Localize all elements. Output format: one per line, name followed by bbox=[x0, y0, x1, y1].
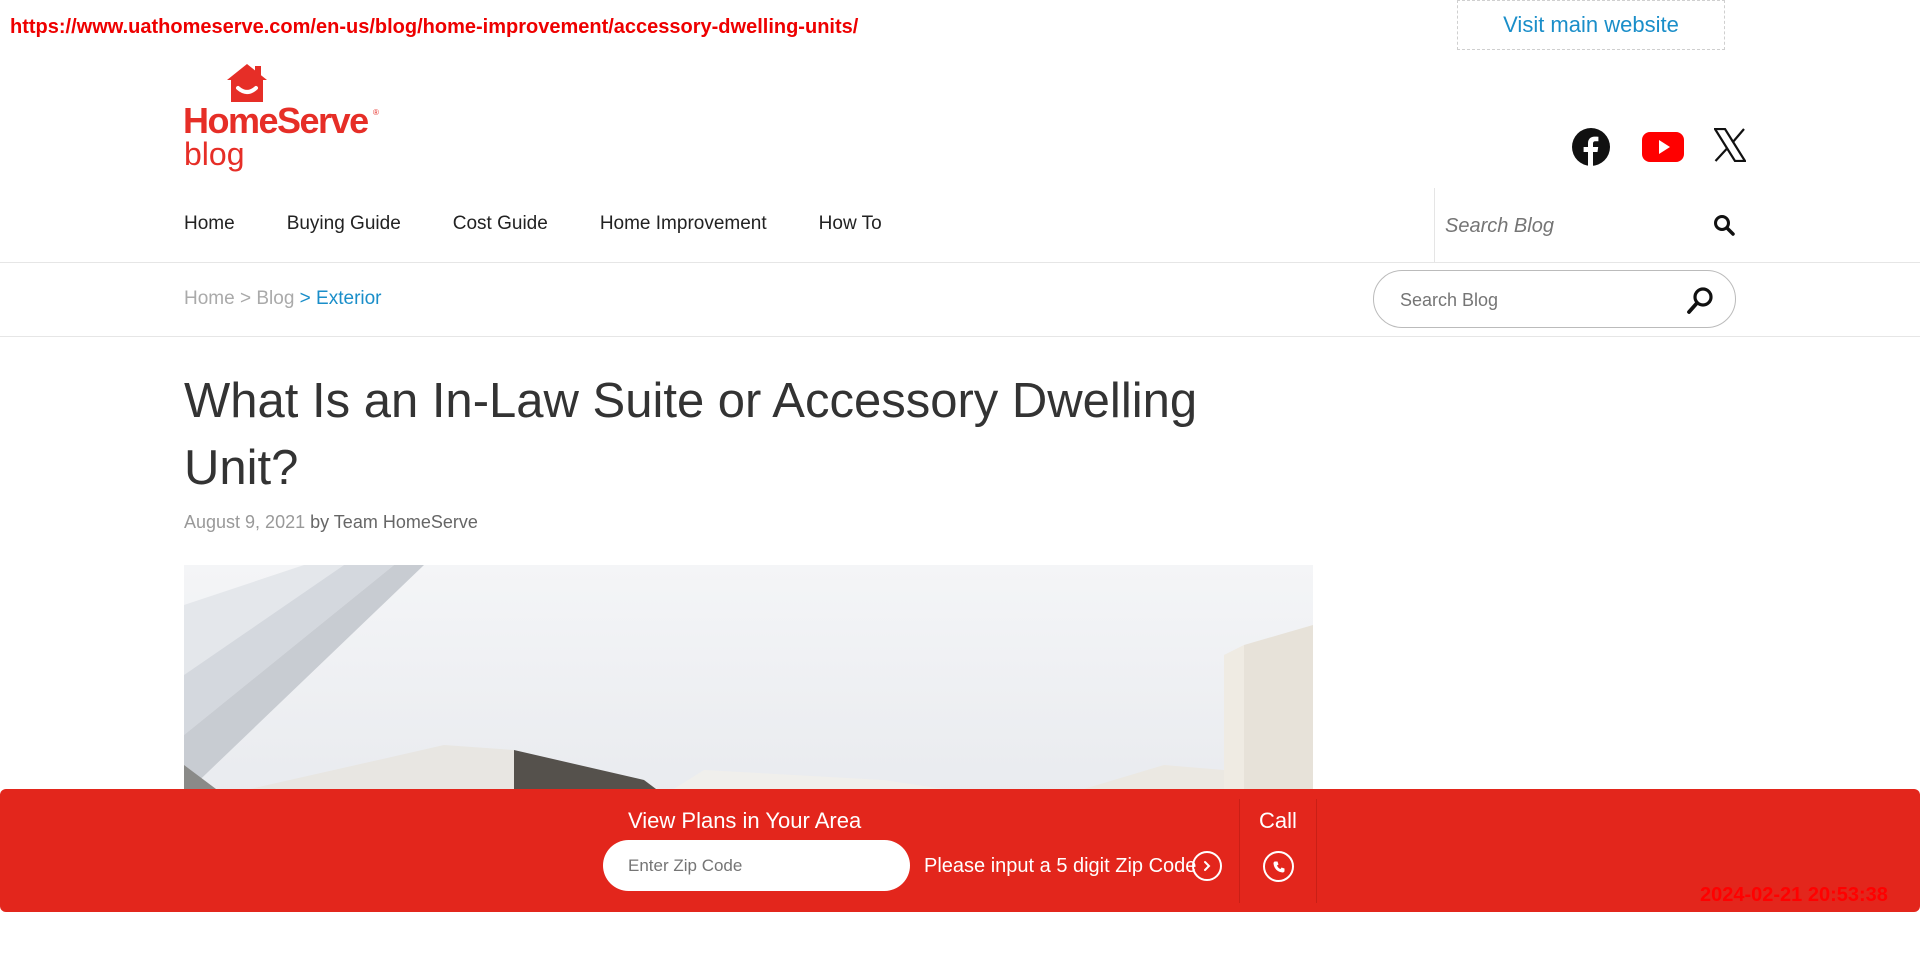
call-button[interactable] bbox=[1263, 851, 1294, 882]
youtube-icon[interactable] bbox=[1642, 132, 1684, 162]
homeserve-blog-logo[interactable]: HomeServe ® blog bbox=[183, 62, 383, 174]
nav-item-home-improvement[interactable]: Home Improvement bbox=[600, 213, 767, 235]
breadcrumb-home[interactable]: Home bbox=[184, 288, 235, 309]
breadcrumb-divider bbox=[0, 336, 1920, 337]
nav-search-box bbox=[1434, 188, 1735, 262]
cta-heading: View Plans in Your Area bbox=[628, 808, 862, 833]
breadcrumb-blog[interactable]: Blog bbox=[256, 288, 294, 309]
zip-validation-message: Please input a 5 digit Zip Code bbox=[924, 855, 1197, 877]
nav-search-input[interactable] bbox=[1443, 208, 1707, 244]
cta-separator bbox=[1239, 799, 1240, 903]
visit-main-website-button[interactable]: Visit main website bbox=[1457, 0, 1725, 50]
chevron-right-icon bbox=[1204, 861, 1211, 871]
nav-item-cost-guide[interactable]: Cost Guide bbox=[453, 213, 548, 235]
facebook-icon[interactable] bbox=[1572, 128, 1610, 166]
article-title: What Is an In-Law Suite or Accessory Dwe… bbox=[184, 374, 1198, 495]
article-date: August 9, 2021 bbox=[184, 512, 306, 532]
breadcrumb-current: > Exterior bbox=[299, 288, 382, 309]
search-icon[interactable] bbox=[1686, 285, 1716, 315]
main-nav: Home Buying Guide Cost Guide Home Improv… bbox=[184, 206, 934, 242]
capture-timestamp: 2024-02-21 20:53:38 bbox=[1700, 884, 1888, 906]
breadcrumb: Home > Blog > Exterior bbox=[184, 288, 382, 310]
sidebar-search-box bbox=[1373, 270, 1736, 328]
nav-divider bbox=[0, 262, 1920, 263]
capture-url: https://www.uathomeserve.com/en-us/blog/… bbox=[10, 16, 859, 38]
article-hero-image bbox=[184, 565, 1313, 795]
nav-item-home[interactable]: Home bbox=[184, 213, 235, 235]
breadcrumb-separator: > bbox=[239, 288, 252, 309]
hero-interior-illustration bbox=[184, 565, 1313, 795]
zip-code-input[interactable] bbox=[603, 840, 910, 891]
article-byline: by Team HomeServe bbox=[310, 512, 478, 532]
house-logo-icon bbox=[227, 64, 267, 102]
logo-blog-label: blog bbox=[184, 136, 245, 172]
article-meta: August 9, 2021 by Team HomeServe bbox=[184, 512, 478, 533]
nav-item-how-to[interactable]: How To bbox=[819, 213, 882, 235]
cta-separator bbox=[1316, 799, 1317, 903]
sidebar-search-input[interactable] bbox=[1398, 284, 1672, 316]
logo-registered-mark: ® bbox=[373, 108, 379, 117]
search-icon[interactable] bbox=[1713, 214, 1735, 236]
nav-item-buying-guide[interactable]: Buying Guide bbox=[287, 213, 401, 235]
zip-submit-button[interactable] bbox=[1192, 851, 1222, 881]
phone-icon bbox=[1273, 861, 1284, 872]
zip-cta-bar: View Plans in Your Area Please input a 5… bbox=[0, 789, 1920, 912]
x-icon[interactable] bbox=[1714, 128, 1746, 162]
call-label[interactable]: Call bbox=[1259, 808, 1297, 834]
